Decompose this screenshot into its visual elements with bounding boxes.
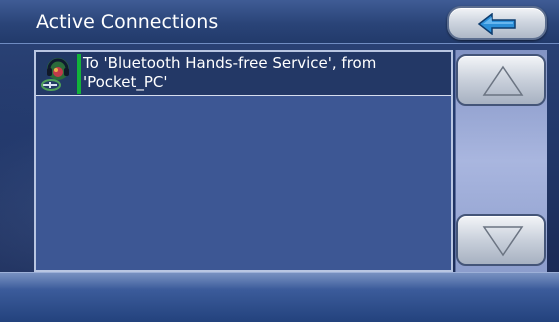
footer-bar <box>0 272 559 322</box>
bluetooth-connection-icon <box>39 55 77 93</box>
header-bar: Active Connections <box>0 0 559 44</box>
page-title: Active Connections <box>36 11 219 33</box>
triangle-up-icon <box>482 65 524 96</box>
footer-shine <box>0 273 559 289</box>
connection-status-bar <box>77 54 81 94</box>
scroll-up-button[interactable] <box>456 54 546 106</box>
scroll-down-button[interactable] <box>456 214 546 266</box>
screen: Active Connections To 'Bluetooth Hands-f… <box>0 0 559 322</box>
triangle-down-icon <box>482 226 524 257</box>
connection-description: To 'Bluetooth Hands-free Service', from … <box>83 54 377 91</box>
list-item[interactable]: To 'Bluetooth Hands-free Service', from … <box>36 52 451 96</box>
back-button[interactable] <box>447 6 547 40</box>
connections-list: To 'Bluetooth Hands-free Service', from … <box>34 50 453 272</box>
back-arrow-icon <box>477 13 516 35</box>
